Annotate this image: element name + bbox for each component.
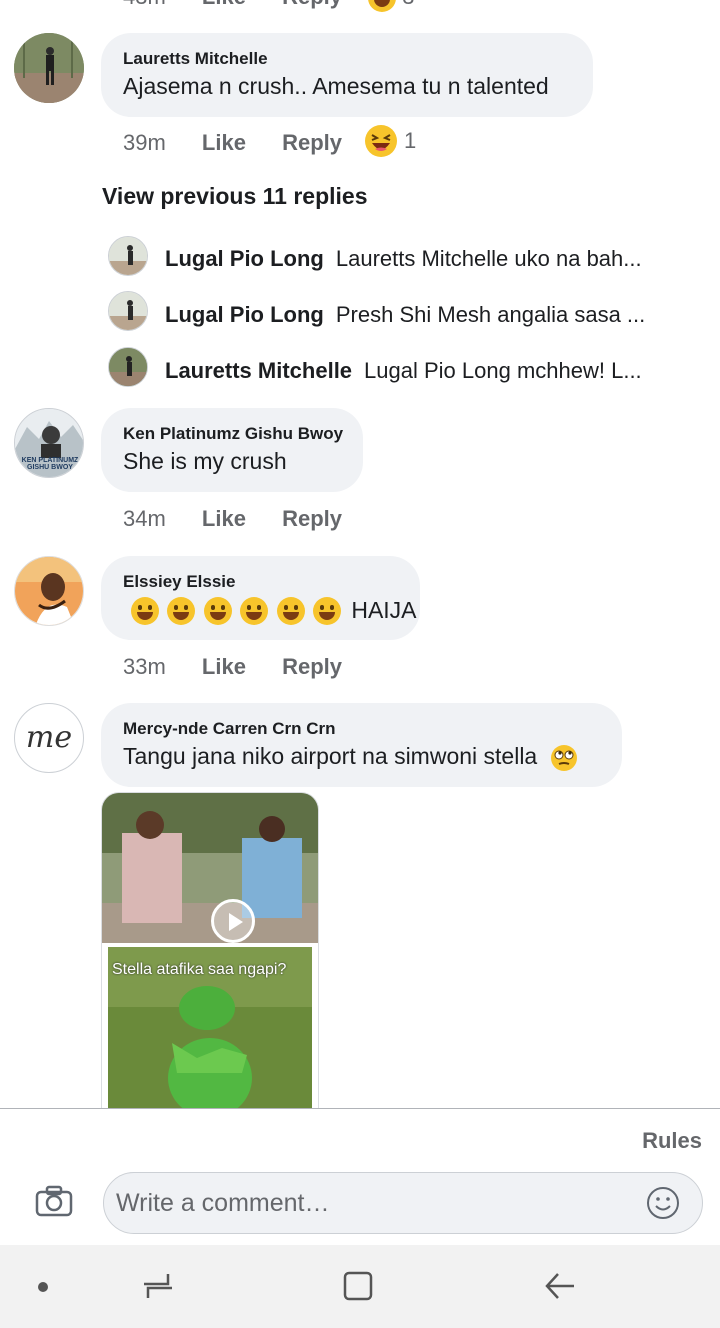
reply-text: Presh Shi Mesh angalia sasa ... bbox=[335, 302, 646, 327]
like-link[interactable]: Like bbox=[202, 506, 246, 531]
reply-text: Lauretts Mitchelle uko na bah... bbox=[335, 246, 642, 271]
comment-time: 39m bbox=[123, 130, 166, 155]
comment-bubble[interactable]: Mercy-nde Carren Crn Crn Tangu jana niko… bbox=[101, 703, 622, 787]
avatar[interactable] bbox=[14, 33, 84, 103]
reply-link[interactable]: Reply bbox=[282, 0, 342, 9]
avatar[interactable]: me bbox=[14, 703, 84, 773]
comment-bubble[interactable]: Elssiey Elssie HAIJA bbox=[101, 556, 420, 640]
view-previous-replies[interactable]: View previous 11 replies bbox=[102, 183, 368, 210]
grinning-emoji-icon bbox=[312, 596, 341, 625]
reply-item[interactable]: Lugal Pio Long Presh Shi Mesh angalia sas… bbox=[165, 302, 675, 328]
reply-author[interactable]: Lauretts Mitchelle bbox=[165, 358, 352, 383]
comment-meta: 39m Like Reply bbox=[123, 130, 342, 156]
avatar[interactable] bbox=[108, 236, 148, 276]
reply-link[interactable]: Reply bbox=[282, 506, 342, 531]
back-icon[interactable] bbox=[544, 1270, 576, 1302]
grinning-emoji-icon bbox=[203, 596, 232, 625]
partial-comment-meta: 43m Like Reply 3 bbox=[123, 0, 415, 13]
reply-author[interactable]: Lugal Pio Long bbox=[165, 302, 324, 327]
like-link[interactable]: Like bbox=[202, 654, 246, 679]
camera-icon[interactable] bbox=[35, 1185, 73, 1217]
comment-bubble[interactable]: Ken Platinumz Gishu Bwoy She is my crush bbox=[101, 408, 363, 492]
avatar-text: KEN PLATINUMZ GISHU BWOY bbox=[21, 457, 79, 471]
reply-item[interactable]: Lauretts Mitchelle Lugal Pio Long mchhew!… bbox=[165, 358, 675, 384]
like-link[interactable]: Like bbox=[202, 130, 246, 155]
comment-text: She is my crush bbox=[123, 448, 287, 474]
comment-text: Ajasema n crush.. Amesema tu n talented bbox=[123, 73, 549, 99]
avatar[interactable] bbox=[14, 556, 84, 626]
comment-text: Tangu jana niko airport na simwoni stell… bbox=[123, 743, 578, 772]
grinning-emoji-icon bbox=[240, 596, 269, 625]
comment-time: 33m bbox=[123, 654, 166, 679]
reply-text: Lugal Pio Long mchhew! L... bbox=[364, 358, 642, 383]
system-nav-bar bbox=[0, 1245, 720, 1328]
laugh-reaction-icon[interactable] bbox=[364, 124, 398, 158]
haha-reaction-icon bbox=[368, 0, 397, 13]
smiley-icon[interactable] bbox=[646, 1186, 680, 1220]
grinning-emoji-icon bbox=[276, 596, 305, 625]
media-caption: Stella atafika saa ngapi? bbox=[112, 961, 287, 978]
reply-link[interactable]: Reply bbox=[282, 130, 342, 155]
reply-item[interactable]: Lugal Pio Long Lauretts Mitchelle uko na … bbox=[165, 246, 675, 272]
reply-link[interactable]: Reply bbox=[282, 654, 342, 679]
comment-author[interactable]: Mercy-nde Carren Crn Crn bbox=[123, 719, 336, 739]
comment-text: HAIJA bbox=[131, 596, 417, 625]
comment-meta: 33m Like Reply bbox=[123, 654, 342, 680]
play-icon[interactable] bbox=[211, 899, 255, 943]
composer-panel: Rules Write a comment… bbox=[0, 1108, 720, 1246]
grinning-emoji-icon bbox=[167, 596, 196, 625]
dot-icon[interactable] bbox=[38, 1282, 48, 1292]
rolling-eyes-emoji-icon bbox=[550, 744, 578, 772]
recents-icon[interactable] bbox=[142, 1270, 174, 1302]
comment-author[interactable]: Ken Platinumz Gishu Bwoy bbox=[123, 424, 343, 444]
avatar[interactable] bbox=[108, 291, 148, 331]
rules-link[interactable]: Rules bbox=[642, 1128, 702, 1154]
comment-meta: 34m Like Reply bbox=[123, 506, 342, 532]
avatar[interactable]: KEN PLATINUMZ GISHU BWOY bbox=[14, 408, 84, 478]
comment-input[interactable]: Write a comment… bbox=[103, 1172, 703, 1234]
comment-bubble[interactable]: Lauretts Mitchelle Ajasema n crush.. Ame… bbox=[101, 33, 593, 117]
reply-author[interactable]: Lugal Pio Long bbox=[165, 246, 324, 271]
home-icon[interactable] bbox=[342, 1270, 374, 1302]
comment-author[interactable]: Elssiey Elssie bbox=[123, 572, 235, 592]
like-link[interactable]: Like bbox=[202, 0, 246, 9]
grinning-emoji-icon bbox=[131, 596, 159, 625]
avatar-text: me bbox=[25, 720, 73, 755]
comment-time: 34m bbox=[123, 506, 166, 531]
comment-input-placeholder: Write a comment… bbox=[116, 1189, 330, 1217]
video-attachment[interactable]: Stella atafika saa ngapi? bbox=[101, 792, 319, 1112]
comment-author[interactable]: Lauretts Mitchelle bbox=[123, 49, 268, 69]
avatar[interactable] bbox=[108, 347, 148, 387]
reaction-count[interactable]: 1 bbox=[404, 128, 416, 154]
